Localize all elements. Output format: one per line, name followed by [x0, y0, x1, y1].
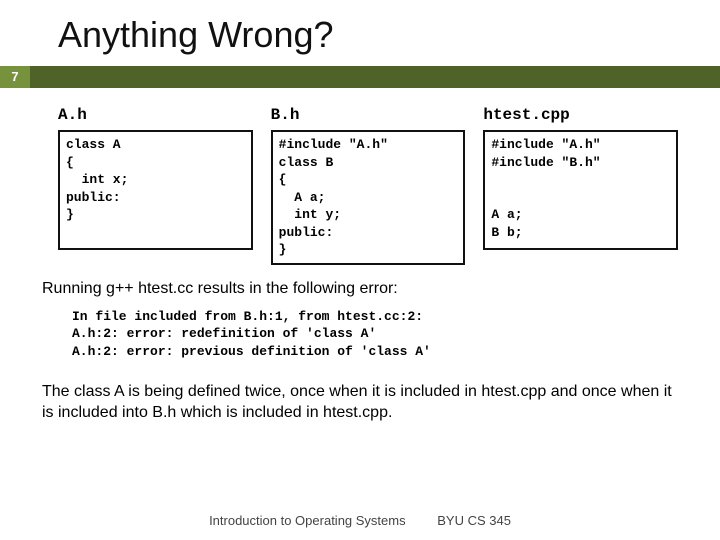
slide-number: 7: [0, 66, 30, 88]
header-band: 7: [0, 66, 720, 88]
compiler-error-output: In file included from B.h:1, from htest.…: [0, 300, 720, 369]
footer-course-code: BYU CS 345: [437, 513, 511, 528]
column-b: B.h #include "A.h" class B { A a; int y;…: [271, 106, 466, 265]
code-box-b: #include "A.h" class B { A a; int y; pub…: [271, 130, 466, 265]
column-c: htest.cpp #include "A.h" #include "B.h" …: [483, 106, 678, 265]
footer-course-title: Introduction to Operating Systems: [209, 513, 406, 528]
code-box-c: #include "A.h" #include "B.h" A a; B b;: [483, 130, 678, 250]
slide-title: Anything Wrong?: [0, 0, 720, 66]
code-box-a: class A { int x; public: }: [58, 130, 253, 250]
file-label-c: htest.cpp: [483, 106, 678, 124]
code-columns: A.h class A { int x; public: } B.h #incl…: [0, 88, 720, 265]
file-label-b: B.h: [271, 106, 466, 124]
file-label-a: A.h: [58, 106, 253, 124]
footer: Introduction to Operating Systems BYU CS…: [0, 513, 720, 528]
note-1: Running g++ htest.cc results in the foll…: [0, 265, 720, 300]
note-2: The class A is being defined twice, once…: [0, 368, 720, 424]
column-a: A.h class A { int x; public: }: [58, 106, 253, 265]
